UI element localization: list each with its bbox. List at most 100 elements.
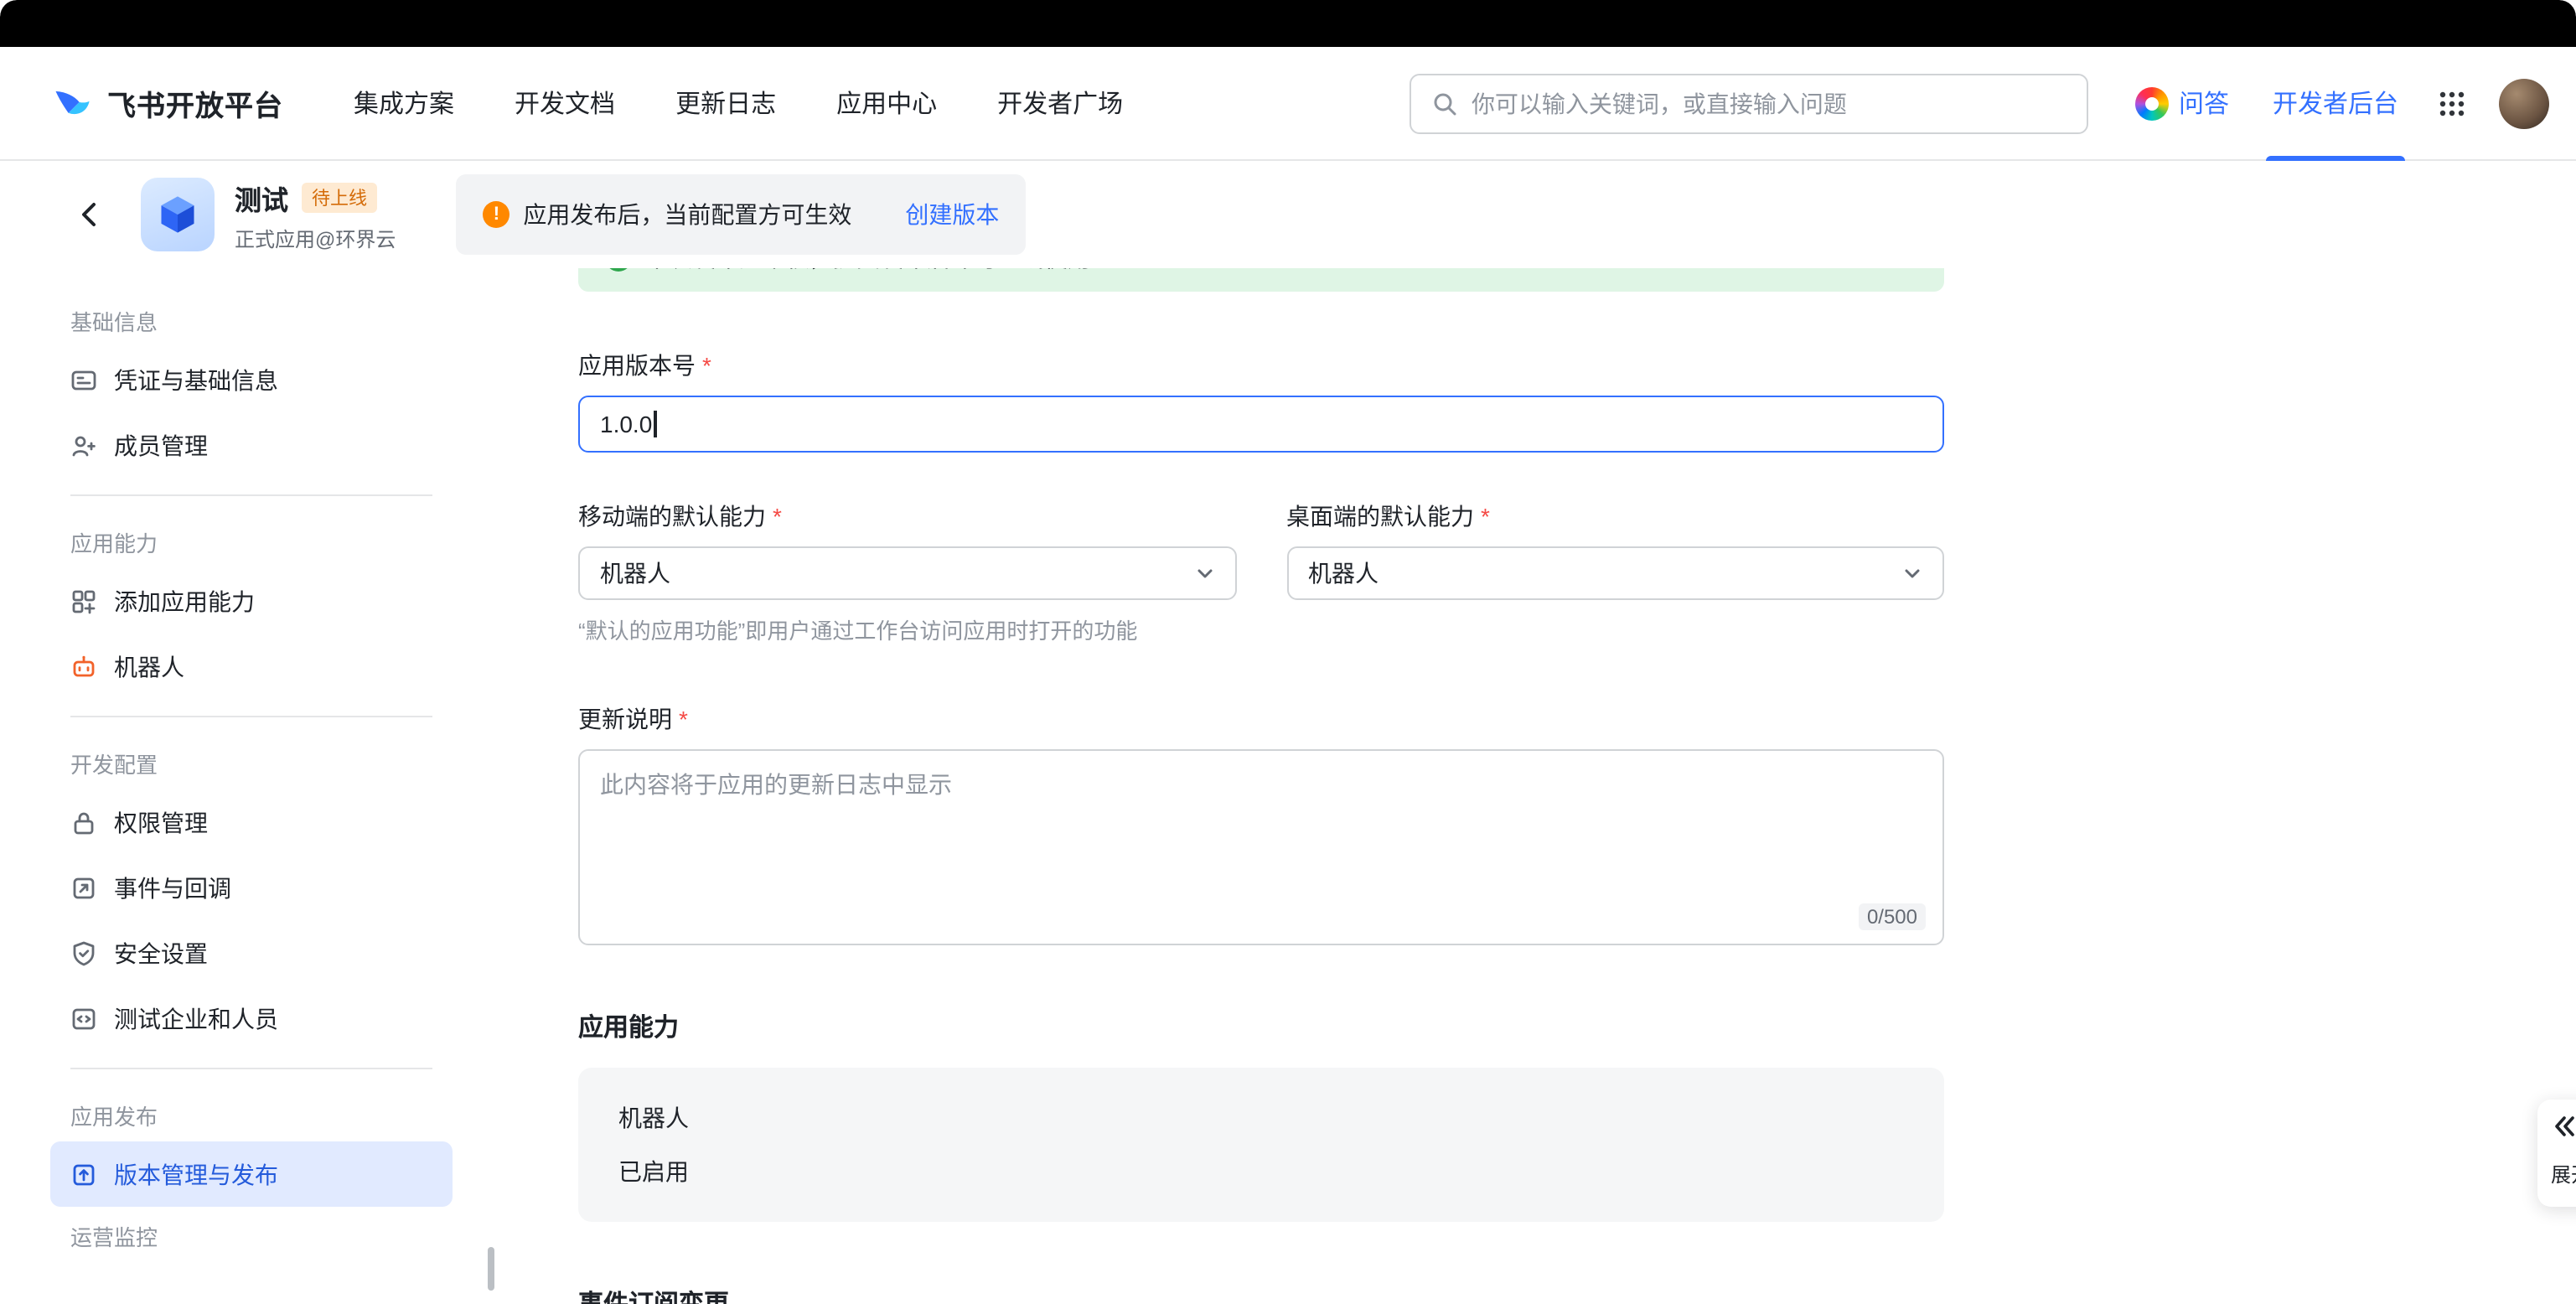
page-body: 基础信息 凭证与基础信息 成员管理 应用能力 添加应用能力 [0, 268, 2576, 1304]
top-nav: 集成方案 开发文档 更新日志 应用中心 开发者广场 [354, 85, 1123, 121]
update-notes-textarea[interactable]: 此内容将于应用的更新日志中显示 0/500 [578, 749, 1944, 945]
sidebar-item-add-capability[interactable]: 添加应用能力 [50, 568, 453, 634]
nav-item-docs[interactable]: 开发文档 [515, 85, 615, 121]
sidebar-item-label: 版本管理与发布 [114, 1157, 278, 1191]
search-input[interactable] [1472, 90, 2066, 116]
id-card-icon [70, 366, 97, 393]
sidebar: 基础信息 凭证与基础信息 成员管理 应用能力 添加应用能力 [50, 268, 453, 1262]
sidebar-item-credentials[interactable]: 凭证与基础信息 [50, 347, 453, 412]
sidebar-item-label: 事件与回调 [114, 871, 231, 904]
capability-summary-box: 机器人 已启用 [578, 1068, 1944, 1222]
capability-status: 已启用 [618, 1155, 1904, 1188]
chevron-down-icon [1194, 563, 1214, 583]
sidebar-item-members[interactable]: 成员管理 [50, 412, 453, 478]
sidebar-item-permissions[interactable]: 权限管理 [50, 789, 453, 855]
back-chevron-icon [77, 201, 104, 228]
success-banner-text: 本次发布免审核，提交发布后即可上线使用 [645, 268, 1091, 275]
app-window: 飞书开放平台 集成方案 开发文档 更新日志 应用中心 开发者广场 问答 开发者后… [0, 0, 2576, 1304]
expand-label: 展开 [2551, 1160, 2576, 1188]
app-subtitle: 正式应用@环界云 [235, 224, 396, 252]
desktop-capability-value: 机器人 [1308, 556, 1379, 590]
window-title-bar [0, 0, 2576, 47]
shield-icon [70, 939, 97, 966]
publish-notice-banner: ! 应用发布后，当前配置方可生效 创建版本 [456, 174, 1026, 255]
search-icon [1431, 90, 1458, 116]
event-callback-icon [70, 874, 97, 901]
check-icon: ✓ [605, 268, 632, 272]
app-meta: 测试 待上线 正式应用@环界云 [235, 177, 396, 252]
create-version-link[interactable]: 创建版本 [905, 198, 999, 231]
desktop-capability-select[interactable]: 机器人 [1286, 546, 1944, 600]
sidebar-item-label: 权限管理 [114, 805, 208, 839]
update-notes-label: 更新说明* [578, 702, 1944, 736]
back-button[interactable] [77, 199, 107, 230]
sidebar-item-label: 添加应用能力 [114, 584, 255, 618]
feishu-logo[interactable]: 飞书开放平台 [50, 81, 283, 125]
app-grid-icon[interactable] [2439, 90, 2465, 116]
sidebar-item-version-release[interactable]: 版本管理与发布 [50, 1141, 453, 1207]
sidebar-item-label: 凭证与基础信息 [114, 363, 278, 396]
sidebar-item-label: 机器人 [114, 649, 184, 683]
qa-label: 问答 [2179, 85, 2229, 121]
robot-icon [70, 653, 97, 680]
sidebar-section-release: 应用发布 [50, 1086, 453, 1141]
required-marker: * [702, 352, 711, 379]
capability-hint: “默认的应用功能”即用户通过工作台访问应用时打开的功能 [578, 613, 1944, 645]
sidebar-scrollbar[interactable] [488, 1247, 494, 1291]
app-name: 测试 [235, 177, 288, 217]
sidebar-item-label: 成员管理 [114, 428, 208, 462]
brand-name: 飞书开放平台 [107, 82, 283, 124]
sidebar-item-security[interactable]: 安全设置 [50, 920, 453, 986]
capability-name: 机器人 [618, 1101, 1904, 1135]
nav-item-dev-plaza[interactable]: 开发者广场 [997, 85, 1123, 121]
sidebar-section-monitoring: 运营监控 [50, 1207, 453, 1262]
update-notes-placeholder: 此内容将于应用的更新日志中显示 [600, 771, 952, 798]
sidebar-divider [70, 716, 432, 717]
tab-developer-console[interactable]: 开发者后台 [2273, 46, 2398, 160]
nav-item-integration[interactable]: 集成方案 [354, 85, 454, 121]
sidebar-item-bot[interactable]: 机器人 [50, 634, 453, 699]
mobile-capability-label: 移动端的默认能力* [578, 499, 1236, 533]
app-capability-title: 应用能力 [578, 1009, 1944, 1044]
sidebar-item-events[interactable]: 事件与回调 [50, 855, 453, 920]
members-icon [70, 432, 97, 458]
developer-console-label: 开发者后台 [2273, 85, 2398, 121]
char-counter: 0/500 [1859, 903, 1926, 930]
nav-item-changelog[interactable]: 更新日志 [675, 85, 776, 121]
sidebar-section-dev-config: 开发配置 [50, 734, 453, 789]
sidebar-divider [70, 1068, 432, 1069]
default-capability-row: 移动端的默认能力* 机器人 桌面端的默认能力* 机器人 [578, 499, 1944, 600]
required-marker: * [679, 706, 688, 732]
code-brackets-icon [70, 1005, 97, 1032]
text-caret [654, 411, 656, 437]
desktop-capability-label: 桌面端的默认能力* [1286, 499, 1944, 533]
sidebar-item-label: 安全设置 [114, 936, 208, 970]
sidebar-item-test-org[interactable]: 测试企业和人员 [50, 986, 453, 1051]
event-subscription-title: 事件订阅变更 [578, 1286, 1944, 1304]
user-avatar[interactable] [2499, 78, 2549, 128]
app-icon [141, 178, 215, 251]
global-search[interactable] [1410, 73, 2088, 133]
mobile-capability-select[interactable]: 机器人 [578, 546, 1236, 600]
publish-icon [70, 1161, 97, 1188]
version-input[interactable]: 1.0.0 [578, 396, 1944, 453]
qa-icon [2135, 86, 2169, 120]
main-content: ✓ 本次发布免审核，提交发布后即可上线使用 应用版本号* 1.0.0 移动端的默… [578, 268, 1944, 1304]
version-label: 应用版本号* [578, 349, 1944, 382]
success-banner: ✓ 本次发布免审核，提交发布后即可上线使用 [578, 268, 1944, 292]
lock-icon [70, 809, 97, 836]
nav-item-app-center[interactable]: 应用中心 [836, 85, 937, 121]
version-value: 1.0.0 [600, 411, 652, 437]
double-chevron-left-icon [2551, 1113, 2576, 1140]
top-header: 飞书开放平台 集成方案 开发文档 更新日志 应用中心 开发者广场 问答 开发者后… [0, 47, 2576, 161]
qa-button[interactable]: 问答 [2135, 85, 2229, 121]
chevron-down-icon [1902, 563, 1922, 583]
mobile-capability-value: 机器人 [600, 556, 670, 590]
expand-panel-button[interactable]: 展开 [2537, 1100, 2576, 1207]
required-marker: * [773, 503, 782, 530]
sidebar-section-capabilities: 应用能力 [50, 513, 453, 568]
sidebar-item-label: 测试企业和人员 [114, 1001, 278, 1035]
notice-text: 应用发布后，当前配置方可生效 [523, 198, 851, 231]
success-banner-clip: ✓ 本次发布免审核，提交发布后即可上线使用 [578, 268, 1944, 292]
sidebar-divider [70, 494, 432, 496]
